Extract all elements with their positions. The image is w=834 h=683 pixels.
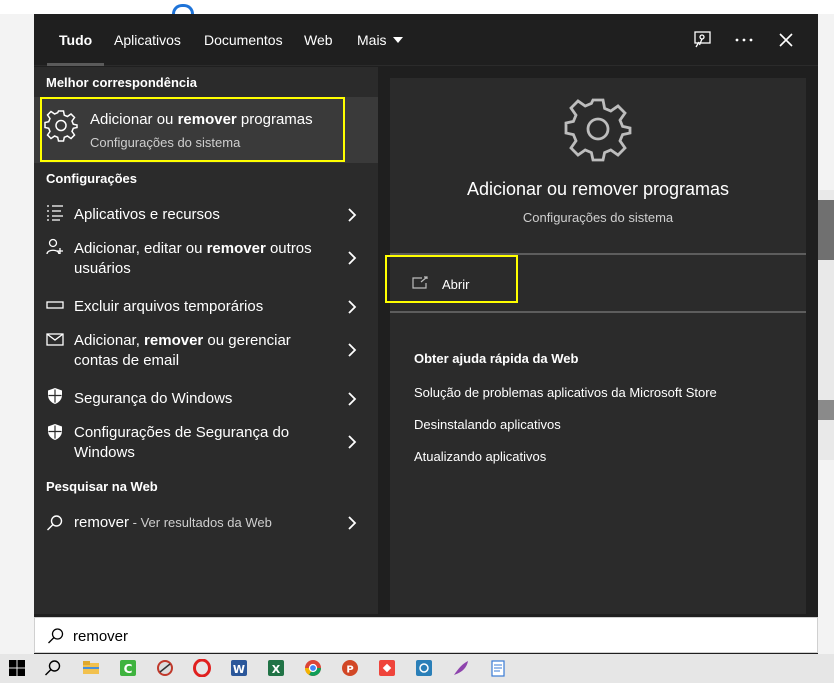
shield-icon (46, 387, 64, 405)
search-icon (47, 627, 65, 645)
chevron-right-icon (346, 434, 358, 450)
preview-subtitle: Configurações do sistema (522, 210, 674, 225)
search-icon[interactable] (44, 659, 62, 677)
best-match-subtitle: Configurações do sistema (90, 135, 241, 150)
tab-web[interactable]: Web (304, 14, 333, 66)
web-search-item[interactable]: remover - Ver resultados da Web (34, 507, 378, 539)
open-label: Abrir (442, 277, 470, 292)
search-menu: Tudo Aplicativos Documentos Web Mais Mel… (34, 14, 818, 654)
tab-apps[interactable]: Aplicativos (114, 14, 181, 66)
background-window-edge-dark (818, 400, 834, 420)
powerpoint-icon[interactable]: P (341, 659, 359, 677)
preview-title: Adicionar ou remover programas (466, 179, 730, 199)
snipping-tool-icon[interactable] (156, 659, 174, 677)
close-icon[interactable] (774, 28, 798, 52)
settings-item-label: Excluir arquivos temporários (74, 298, 264, 315)
background-window-edge-dark (818, 200, 834, 260)
feather-icon[interactable] (452, 659, 470, 677)
search-icon (46, 514, 64, 532)
settings-item-apps-features[interactable]: Aplicativos e recursos (34, 199, 378, 231)
search-box (34, 617, 818, 653)
tab-all[interactable]: Tudo (46, 14, 105, 66)
chevron-right-icon (346, 250, 358, 266)
user-icon (46, 238, 64, 256)
chevron-right-icon (346, 391, 358, 407)
results-list: Melhor correspondência Adicionar ou remo… (34, 67, 378, 614)
anydesk-icon[interactable] (378, 659, 396, 677)
open-button[interactable]: Abrir (412, 274, 532, 298)
gear-icon (44, 109, 78, 143)
settings-item-label: Configurações de Segurança do Windows (74, 424, 290, 461)
notepad-icon[interactable] (489, 659, 507, 677)
settings-header: Configurações (46, 171, 138, 186)
help-link[interactable]: Solução de problemas aplicativos da Micr… (414, 385, 717, 400)
windows-start-icon[interactable] (8, 659, 26, 677)
chevron-right-icon (346, 342, 358, 358)
excel-icon[interactable]: X (267, 659, 285, 677)
svg-text:C: C (124, 662, 133, 676)
web-search-label: remover - Ver resultados da Web (74, 514, 272, 531)
tab-documents[interactable]: Documentos (204, 14, 283, 66)
settings-item-label: Aplicativos e recursos (74, 206, 220, 223)
background-window (0, 0, 834, 14)
tab-more[interactable]: Mais (357, 14, 403, 66)
more-options-icon[interactable] (732, 28, 756, 52)
settings-item-email-accounts[interactable]: Adicionar, remover ou gerenciar contas d… (34, 327, 378, 373)
best-match-header: Melhor correspondência (46, 75, 197, 90)
settings-item-label: Segurança do Windows (74, 390, 233, 407)
chevron-down-icon (392, 37, 403, 44)
svg-text:X: X (272, 663, 281, 676)
word-icon[interactable]: W (230, 659, 248, 677)
mail-icon (46, 331, 64, 349)
svg-text:W: W (233, 663, 245, 676)
help-link[interactable]: Atualizando aplicativos (414, 449, 546, 464)
chrome-icon[interactable] (304, 659, 322, 677)
help-link[interactable]: Desinstalando aplicativos (414, 417, 561, 432)
open-external-icon (412, 276, 428, 290)
camtasia-icon[interactable]: C (119, 659, 137, 677)
gear-icon (564, 96, 632, 164)
app-icon[interactable] (415, 659, 433, 677)
shield-icon (46, 423, 64, 441)
chevron-right-icon (346, 299, 358, 315)
help-title: Obter ajuda rápida da Web (414, 351, 579, 366)
settings-item-users[interactable]: Adicionar, editar ou remover outros usuá… (34, 235, 378, 281)
chevron-right-icon (346, 207, 358, 223)
settings-item-temp-files[interactable]: Excluir arquivos temporários (34, 291, 378, 323)
taskbar: C W X P (0, 654, 834, 683)
divider (390, 253, 806, 255)
web-search-header: Pesquisar na Web (46, 479, 158, 494)
apps-list-icon (46, 204, 64, 222)
search-tabs-bar: Tudo Aplicativos Documentos Web Mais (34, 14, 818, 66)
search-input[interactable] (73, 623, 773, 649)
feedback-icon[interactable] (690, 28, 714, 52)
best-match-item[interactable]: Adicionar ou remover programas Configura… (34, 97, 378, 163)
file-explorer-icon[interactable] (82, 659, 100, 677)
divider (390, 311, 806, 313)
best-match-title: Adicionar ou remover programas (90, 111, 313, 128)
svg-text:P: P (346, 665, 353, 676)
preview-pane: Adicionar ou remover programas Configura… (390, 78, 806, 614)
settings-item-windows-security-settings[interactable]: Configurações de Segurança do Windows (34, 419, 378, 465)
settings-item-label: Adicionar, remover ou gerenciar contas d… (74, 332, 291, 369)
chevron-right-icon (346, 515, 358, 531)
opera-icon[interactable] (193, 659, 211, 677)
storage-icon (46, 298, 64, 316)
settings-item-label: Adicionar, editar ou remover outros usuá… (74, 240, 312, 277)
settings-item-windows-security[interactable]: Segurança do Windows (34, 383, 378, 415)
